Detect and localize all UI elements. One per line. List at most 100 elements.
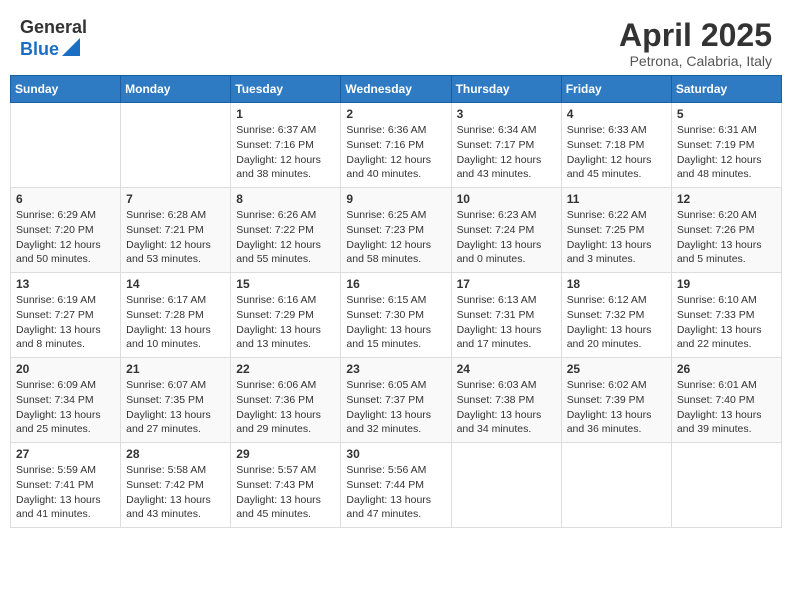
day-number: 3 <box>457 107 556 121</box>
day-number: 27 <box>16 447 115 461</box>
day-info: Sunrise: 5:58 AMSunset: 7:42 PMDaylight:… <box>126 463 225 522</box>
day-number: 5 <box>677 107 776 121</box>
calendar-week-5: 27 Sunrise: 5:59 AMSunset: 7:41 PMDayligh… <box>11 443 782 528</box>
day-number: 6 <box>16 192 115 206</box>
day-info: Sunrise: 5:57 AMSunset: 7:43 PMDaylight:… <box>236 463 335 522</box>
day-number: 29 <box>236 447 335 461</box>
calendar-cell-w5-d5 <box>451 443 561 528</box>
calendar-cell-w4-d2: 21 Sunrise: 6:07 AMSunset: 7:35 PMDayligh… <box>121 358 231 443</box>
day-info: Sunrise: 6:10 AMSunset: 7:33 PMDaylight:… <box>677 293 776 352</box>
calendar-cell-w5-d7 <box>671 443 781 528</box>
day-info: Sunrise: 6:17 AMSunset: 7:28 PMDaylight:… <box>126 293 225 352</box>
calendar-cell-w1-d6: 4Sunrise: 6:33 AMSunset: 7:18 PMDaylight… <box>561 103 671 188</box>
calendar-cell-w5-d1: 27 Sunrise: 5:59 AMSunset: 7:41 PMDayligh… <box>11 443 121 528</box>
day-info: Sunrise: 6:16 AMSunset: 7:29 PMDaylight:… <box>236 293 335 352</box>
header-thursday: Thursday <box>451 76 561 103</box>
day-info: Sunrise: 6:28 AMSunset: 7:21 PMDaylight:… <box>126 208 225 267</box>
day-info: Sunrise: 6:34 AMSunset: 7:17 PMDaylight:… <box>457 123 556 182</box>
calendar-cell-w4-d6: 25 Sunrise: 6:02 AMSunset: 7:39 PMDayligh… <box>561 358 671 443</box>
day-number: 30 <box>346 447 445 461</box>
calendar-cell-w2-d4: 9 Sunrise: 6:25 AMSunset: 7:23 PMDaylight… <box>341 188 451 273</box>
day-info: Sunrise: 6:25 AMSunset: 7:23 PMDaylight:… <box>346 208 445 267</box>
calendar-cell-w4-d3: 22 Sunrise: 6:06 AMSunset: 7:36 PMDayligh… <box>231 358 341 443</box>
day-info: Sunrise: 6:23 AMSunset: 7:24 PMDaylight:… <box>457 208 556 267</box>
day-info: Sunrise: 6:26 AMSunset: 7:22 PMDaylight:… <box>236 208 335 267</box>
day-info: Sunrise: 6:15 AMSunset: 7:30 PMDaylight:… <box>346 293 445 352</box>
day-number: 16 <box>346 277 445 291</box>
calendar-cell-w4-d5: 24Sunrise: 6:03 AMSunset: 7:38 PMDayligh… <box>451 358 561 443</box>
day-number: 25 <box>567 362 666 376</box>
calendar-cell-w5-d3: 29 Sunrise: 5:57 AMSunset: 7:43 PMDayligh… <box>231 443 341 528</box>
location-subtitle: Petrona, Calabria, Italy <box>619 53 772 69</box>
header-tuesday: Tuesday <box>231 76 341 103</box>
calendar-cell-w2-d2: 7 Sunrise: 6:28 AMSunset: 7:21 PMDaylight… <box>121 188 231 273</box>
calendar-cell-w5-d6 <box>561 443 671 528</box>
calendar-cell-w1-d7: 5 Sunrise: 6:31 AMSunset: 7:19 PMDaylight… <box>671 103 781 188</box>
calendar-cell-w3-d6: 18 Sunrise: 6:12 AMSunset: 7:32 PMDayligh… <box>561 273 671 358</box>
calendar-cell-w3-d7: 19 Sunrise: 6:10 AMSunset: 7:33 PMDayligh… <box>671 273 781 358</box>
day-info: Sunrise: 6:03 AMSunset: 7:38 PMDaylight:… <box>457 378 556 437</box>
day-number: 12 <box>677 192 776 206</box>
day-info: Sunrise: 6:05 AMSunset: 7:37 PMDaylight:… <box>346 378 445 437</box>
calendar-cell-w2-d1: 6 Sunrise: 6:29 AMSunset: 7:20 PMDaylight… <box>11 188 121 273</box>
day-number: 28 <box>126 447 225 461</box>
calendar-cell-w3-d2: 14Sunrise: 6:17 AMSunset: 7:28 PMDayligh… <box>121 273 231 358</box>
day-number: 23 <box>346 362 445 376</box>
day-number: 7 <box>126 192 225 206</box>
day-number: 22 <box>236 362 335 376</box>
calendar-week-4: 20 Sunrise: 6:09 AMSunset: 7:34 PMDayligh… <box>11 358 782 443</box>
calendar-cell-w2-d3: 8 Sunrise: 6:26 AMSunset: 7:22 PMDaylight… <box>231 188 341 273</box>
day-number: 20 <box>16 362 115 376</box>
calendar-header-row: Sunday Monday Tuesday Wednesday Thursday… <box>11 76 782 103</box>
day-number: 10 <box>457 192 556 206</box>
calendar-cell-w5-d2: 28 Sunrise: 5:58 AMSunset: 7:42 PMDayligh… <box>121 443 231 528</box>
day-number: 2 <box>346 107 445 121</box>
day-info: Sunrise: 5:56 AMSunset: 7:44 PMDaylight:… <box>346 463 445 522</box>
calendar-week-3: 13 Sunrise: 6:19 AMSunset: 7:27 PMDayligh… <box>11 273 782 358</box>
header-sunday: Sunday <box>11 76 121 103</box>
calendar-cell-w3-d5: 17Sunrise: 6:13 AMSunset: 7:31 PMDayligh… <box>451 273 561 358</box>
page-header: General Blue April 2025 Petrona, Calabri… <box>10 10 782 75</box>
header-monday: Monday <box>121 76 231 103</box>
logo-blue: Blue <box>20 40 59 60</box>
calendar-week-1: 1 Sunrise: 6:37 AMSunset: 7:16 PMDaylight… <box>11 103 782 188</box>
logo-icon <box>62 38 80 56</box>
calendar-cell-w1-d4: 2 Sunrise: 6:36 AMSunset: 7:16 PMDaylight… <box>341 103 451 188</box>
day-info: Sunrise: 6:37 AMSunset: 7:16 PMDaylight:… <box>236 123 335 182</box>
day-info: Sunrise: 5:59 AMSunset: 7:41 PMDaylight:… <box>16 463 115 522</box>
day-info: Sunrise: 6:19 AMSunset: 7:27 PMDaylight:… <box>16 293 115 352</box>
header-friday: Friday <box>561 76 671 103</box>
day-info: Sunrise: 6:01 AMSunset: 7:40 PMDaylight:… <box>677 378 776 437</box>
calendar-cell-w3-d3: 15 Sunrise: 6:16 AMSunset: 7:29 PMDayligh… <box>231 273 341 358</box>
day-number: 19 <box>677 277 776 291</box>
calendar-cell-w3-d4: 16 Sunrise: 6:15 AMSunset: 7:30 PMDayligh… <box>341 273 451 358</box>
day-info: Sunrise: 6:12 AMSunset: 7:32 PMDaylight:… <box>567 293 666 352</box>
calendar-cell-w4-d1: 20 Sunrise: 6:09 AMSunset: 7:34 PMDayligh… <box>11 358 121 443</box>
day-number: 21 <box>126 362 225 376</box>
day-number: 9 <box>346 192 445 206</box>
day-number: 1 <box>236 107 335 121</box>
day-info: Sunrise: 6:29 AMSunset: 7:20 PMDaylight:… <box>16 208 115 267</box>
day-number: 26 <box>677 362 776 376</box>
day-number: 11 <box>567 192 666 206</box>
logo: General Blue <box>20 18 87 62</box>
month-year-title: April 2025 <box>619 18 772 53</box>
day-number: 4 <box>567 107 666 121</box>
day-number: 15 <box>236 277 335 291</box>
day-info: Sunrise: 6:06 AMSunset: 7:36 PMDaylight:… <box>236 378 335 437</box>
header-saturday: Saturday <box>671 76 781 103</box>
calendar-cell-w1-d3: 1 Sunrise: 6:37 AMSunset: 7:16 PMDaylight… <box>231 103 341 188</box>
day-number: 13 <box>16 277 115 291</box>
day-number: 18 <box>567 277 666 291</box>
day-info: Sunrise: 6:20 AMSunset: 7:26 PMDaylight:… <box>677 208 776 267</box>
day-number: 8 <box>236 192 335 206</box>
day-info: Sunrise: 6:07 AMSunset: 7:35 PMDaylight:… <box>126 378 225 437</box>
day-info: Sunrise: 6:02 AMSunset: 7:39 PMDaylight:… <box>567 378 666 437</box>
calendar-cell-w3-d1: 13 Sunrise: 6:19 AMSunset: 7:27 PMDayligh… <box>11 273 121 358</box>
calendar-cell-w1-d2 <box>121 103 231 188</box>
day-info: Sunrise: 6:09 AMSunset: 7:34 PMDaylight:… <box>16 378 115 437</box>
calendar-table: Sunday Monday Tuesday Wednesday Thursday… <box>10 75 782 528</box>
calendar-cell-w2-d6: 11Sunrise: 6:22 AMSunset: 7:25 PMDayligh… <box>561 188 671 273</box>
day-info: Sunrise: 6:36 AMSunset: 7:16 PMDaylight:… <box>346 123 445 182</box>
day-info: Sunrise: 6:31 AMSunset: 7:19 PMDaylight:… <box>677 123 776 182</box>
